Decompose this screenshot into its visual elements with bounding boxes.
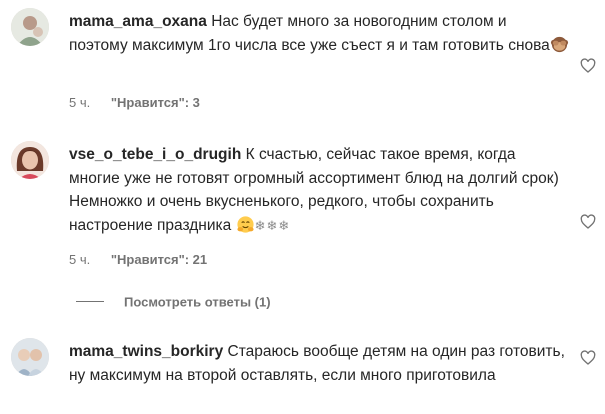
comment-time[interactable]: 5 ч. [69, 252, 90, 267]
view-replies-label: Посмотреть ответы (1) [124, 294, 271, 310]
monkey-hide-emoji-icon [550, 35, 569, 62]
comment-likes[interactable]: "Нравится": 21 [111, 252, 207, 267]
like-heart-icon[interactable] [580, 214, 596, 230]
like-heart-icon[interactable] [580, 350, 596, 366]
hugging-face-emoji-icon [236, 215, 255, 242]
replies-divider [76, 301, 104, 303]
comment-likes[interactable]: "Нравится": 3 [111, 95, 200, 110]
avatar[interactable] [11, 141, 49, 179]
avatar[interactable] [11, 8, 49, 46]
comment-meta: 5 ч. "Нравится": 3 [69, 95, 200, 110]
snowflakes: ❄❄❄ [254, 217, 291, 233]
avatar-image [11, 338, 49, 376]
comment-username[interactable]: mama_ama_oxana [69, 13, 207, 30]
view-replies-button[interactable]: Посмотреть ответы (1) [76, 293, 271, 309]
comment-meta: 5 ч. "Нравится": 21 [69, 252, 207, 267]
avatar-image [11, 8, 49, 46]
comment-username[interactable]: mama_twins_borkiry [69, 343, 223, 360]
avatar[interactable] [11, 338, 49, 376]
comment-time[interactable]: 5 ч. [69, 95, 90, 110]
comment-username[interactable]: vse_o_tebe_i_o_drugih [69, 146, 241, 163]
like-heart-icon[interactable] [580, 58, 596, 74]
avatar-image [11, 141, 49, 179]
